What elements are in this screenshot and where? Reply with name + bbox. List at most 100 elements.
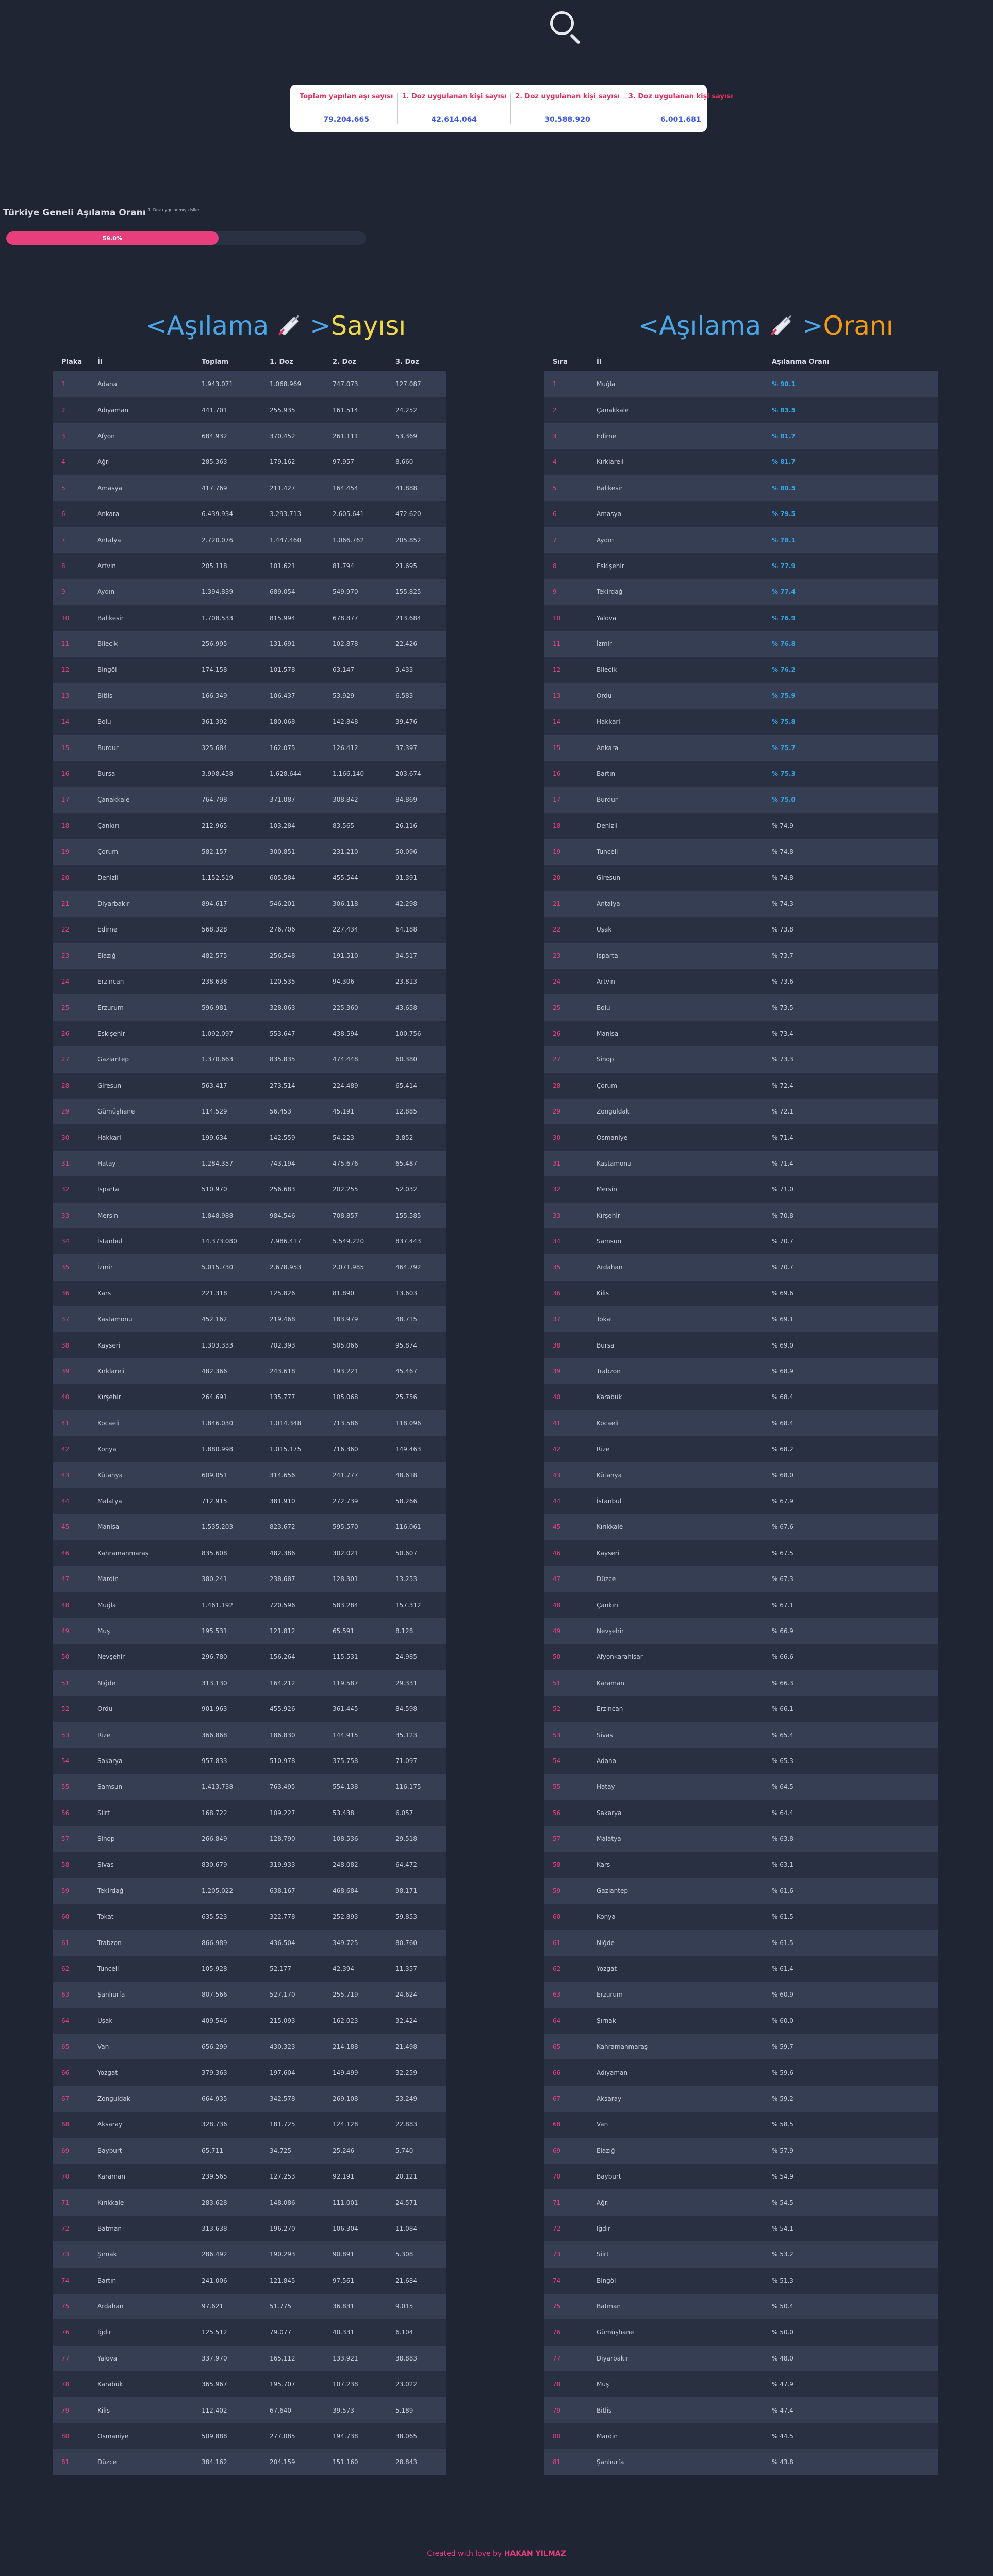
table-row: 79 Kilis 112.402 67.640 39.573 5.189 [53, 2397, 446, 2423]
count-cell: 120.535 [270, 978, 295, 986]
count-cell: 54.223 [333, 1134, 354, 1141]
province-cell: Hatay [97, 1159, 116, 1167]
province-cell: Siirt [597, 2251, 609, 2258]
province-cell: Tekirdağ [597, 588, 623, 596]
count-cell: 713.586 [333, 1419, 358, 1427]
rate-cell: % 70.8 [772, 1211, 793, 1219]
count-cell: 37.397 [395, 744, 417, 752]
count-cell: 337.970 [202, 2354, 227, 2362]
count-cell: 80.760 [395, 1939, 417, 1947]
table-row: 76 Iğdır 125.512 79.077 40.331 6.104 [53, 2319, 446, 2346]
table-row: 47 Düzce % 67.3 [544, 1566, 938, 1592]
table-row: 20 Denizli 1.152.519 605.584 455.544 91.391 [53, 865, 446, 891]
table-row: 53 Rize 366.868 186.830 144.915 35.123 [53, 1722, 446, 1748]
province-cell: Düzce [97, 2458, 117, 2466]
count-cell: 1.628.644 [270, 770, 302, 778]
count-cell: 2.605.641 [333, 510, 365, 518]
rate-cell: % 73.3 [772, 1056, 793, 1063]
search-icon[interactable] [548, 9, 581, 45]
count-cell: 635.523 [202, 1913, 227, 1921]
province-cell: Gümüşhane [97, 1108, 135, 1116]
province-cell: Afyonkarahisar [597, 1653, 643, 1661]
count-cell: 144.915 [333, 1731, 358, 1739]
table-row: 74 Bartın 241.006 121.845 97.561 21.684 [53, 2267, 446, 2294]
count-cell: 45.467 [395, 1368, 417, 1375]
province-cell: Mardin [97, 1575, 119, 1583]
count-cell: 241.777 [333, 1471, 358, 1479]
rank-cell: 21 [553, 900, 561, 907]
table-row: 49 Muş 195.531 121.812 65.591 8.128 [53, 1618, 446, 1644]
table-row: 25 Erzurum 596.981 328.063 225.360 43.658 [53, 994, 446, 1021]
province-cell: Iğdır [597, 2224, 611, 2232]
count-cell: 211.427 [270, 484, 295, 492]
province-cell: Amasya [97, 484, 122, 492]
table-row: 48 Muğla 1.461.192 720.596 583.284 157.312 [53, 1592, 446, 1618]
province-cell: Karabük [597, 1393, 622, 1401]
province-cell: Rize [597, 1445, 610, 1453]
table-row: 31 Kastamonu % 71.4 [544, 1150, 938, 1177]
plate-cell: 61 [61, 1939, 70, 1947]
province-cell: Afyon [97, 432, 115, 440]
count-cell: 509.888 [202, 2433, 227, 2440]
rate-cell: % 61.6 [772, 1887, 793, 1894]
count-cell: 65.711 [202, 2147, 223, 2154]
province-cell: Gümüşhane [597, 2329, 634, 2336]
rank-cell: 42 [553, 1445, 561, 1453]
count-cell: 6.104 [395, 2329, 413, 2336]
plate-cell: 69 [61, 2147, 70, 2154]
plate-cell: 25 [61, 1004, 70, 1011]
rate-cell: % 54.9 [772, 2173, 793, 2181]
rate-cell: % 73.6 [772, 978, 793, 986]
province-cell: Bartın [97, 2276, 117, 2284]
province-cell: Şanlıurfa [97, 1991, 125, 1999]
rate-cell: % 75.7 [772, 744, 796, 752]
table-row: 5 Amasya 417.769 211.427 164.454 41.888 [53, 475, 446, 501]
table-row: 46 Kayseri % 67.5 [544, 1540, 938, 1566]
province-cell: Balıkesir [97, 614, 124, 622]
count-cell: 195.707 [270, 2381, 295, 2388]
table-row: 27 Gaziantep 1.370.663 835.835 474.448 60.380 [53, 1046, 446, 1073]
province-cell: Kırklareli [597, 458, 624, 466]
table-row: 81 Düzce 384.162 204.159 151.160 28.843 [53, 2449, 446, 2475]
province-cell: Diyarbakır [97, 900, 130, 907]
count-cell: 13.253 [395, 1575, 417, 1583]
overall-rate-subtitle: 1. Doz uygulanmış kişiler [147, 208, 200, 212]
rate-cell: % 50.4 [772, 2303, 793, 2311]
province-cell: Muğla [97, 1601, 117, 1609]
heading-open-bracket: < [638, 311, 659, 340]
rate-cell: % 74.9 [772, 822, 793, 829]
count-cell: 84.869 [395, 796, 417, 804]
rate-cell: % 59.2 [772, 2095, 793, 2102]
province-cell: Artvin [597, 978, 615, 986]
count-cell: 6.439.934 [202, 510, 234, 518]
province-cell: İstanbul [597, 1497, 622, 1505]
rate-cell: % 68.4 [772, 1393, 793, 1401]
table-row: 20 Giresun % 74.8 [544, 865, 938, 891]
rate-cell: % 77.4 [772, 588, 796, 596]
count-cell: 97.561 [333, 2276, 354, 2284]
footer-author-link[interactable]: HAKAN YILMAZ [504, 2550, 566, 2558]
table-row: 15 Burdur 325.684 162.075 126.412 37.397 [53, 735, 446, 761]
rate-cell: % 63.8 [772, 1835, 793, 1843]
province-cell: Bolu [597, 1004, 610, 1011]
table-row: 76 Gümüşhane % 50.0 [544, 2319, 938, 2346]
table-row: 72 Iğdır % 54.1 [544, 2215, 938, 2242]
plate-cell: 65 [61, 2043, 70, 2051]
table-row: 28 Giresun 563.417 273.514 224.489 65.414 [53, 1072, 446, 1099]
count-cell: 1.880.998 [202, 1445, 234, 1453]
count-cell: 554.138 [333, 1783, 358, 1791]
count-cell: 349.725 [333, 1939, 358, 1947]
province-cell: Adıyaman [597, 2069, 628, 2076]
count-cell: 81.890 [333, 1289, 354, 1297]
rank-cell: 59 [553, 1887, 561, 1894]
rate-cell: % 77.9 [772, 562, 796, 570]
province-cell: Ankara [597, 744, 619, 752]
rate-cell: % 71.4 [772, 1159, 793, 1167]
plate-cell: 15 [61, 744, 70, 752]
table-row: 35 İzmir 5.015.730 2.678.953 2.071.985 464.79… [53, 1254, 446, 1281]
table-row: 26 Eskişehir 1.092.097 553.647 438.594 100.75… [53, 1020, 446, 1047]
table-row: 52 Ordu 901.963 455.926 361.445 84.598 [53, 1696, 446, 1722]
table-row: 18 Çankırı 212.965 103.284 83.565 26.116 [53, 812, 446, 839]
table-row: 18 Denizli % 74.9 [544, 812, 938, 839]
table-row: 29 Gümüşhane 114.529 56.453 45.191 12.885 [53, 1098, 446, 1125]
